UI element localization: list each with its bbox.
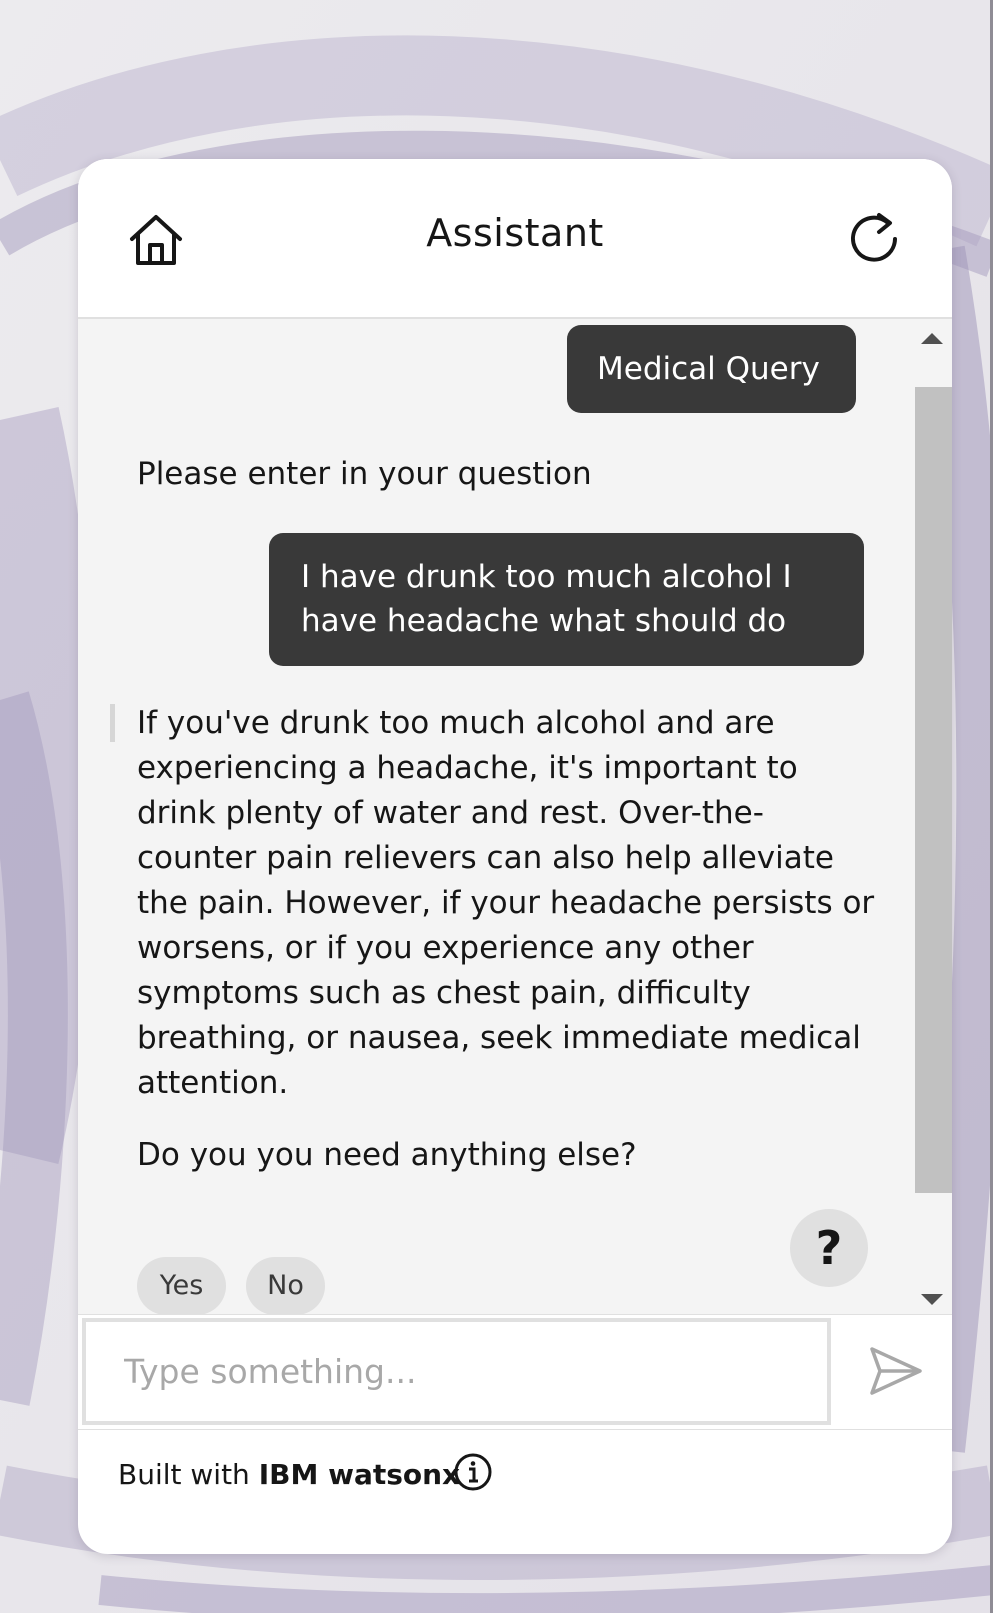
chat-header: Assistant xyxy=(78,159,952,319)
scrollbar-thumb[interactable] xyxy=(915,387,952,1193)
message-input[interactable] xyxy=(86,1322,827,1421)
scroll-up-arrow-icon[interactable] xyxy=(921,333,943,344)
user-message: Medical Query xyxy=(567,325,856,413)
quick-reply-yes[interactable]: Yes xyxy=(137,1257,226,1315)
chat-widget: Assistant Medical Query Please enter in … xyxy=(78,159,952,1554)
send-button[interactable] xyxy=(868,1345,924,1397)
info-icon xyxy=(454,1453,492,1491)
page-title: Assistant xyxy=(426,211,604,255)
footer: Built with IBM watsonx xyxy=(78,1429,952,1515)
quick-reply-no[interactable]: No xyxy=(246,1257,325,1315)
message-marker xyxy=(110,704,115,742)
message-input-wrapper xyxy=(82,1318,831,1425)
built-with-label: Built with xyxy=(118,1458,250,1491)
built-with-text: Built with IBM watsonx xyxy=(118,1458,460,1491)
restart-button[interactable] xyxy=(844,209,904,269)
send-icon xyxy=(870,1347,922,1395)
brand-name: IBM watsonx xyxy=(258,1458,461,1491)
scroll-down-arrow-icon[interactable] xyxy=(921,1294,943,1305)
bot-message: Please enter in your question xyxy=(137,456,592,492)
bot-message: Do you you need anything else? xyxy=(137,1137,637,1173)
composer xyxy=(78,1314,952,1430)
info-button[interactable] xyxy=(453,1452,493,1492)
user-message: I have drunk too much alcohol I have hea… xyxy=(269,533,864,666)
bot-message: If you've drunk too much alcohol and are… xyxy=(137,705,875,1101)
help-button[interactable]: ? xyxy=(790,1209,868,1287)
restart-icon xyxy=(851,213,897,262)
